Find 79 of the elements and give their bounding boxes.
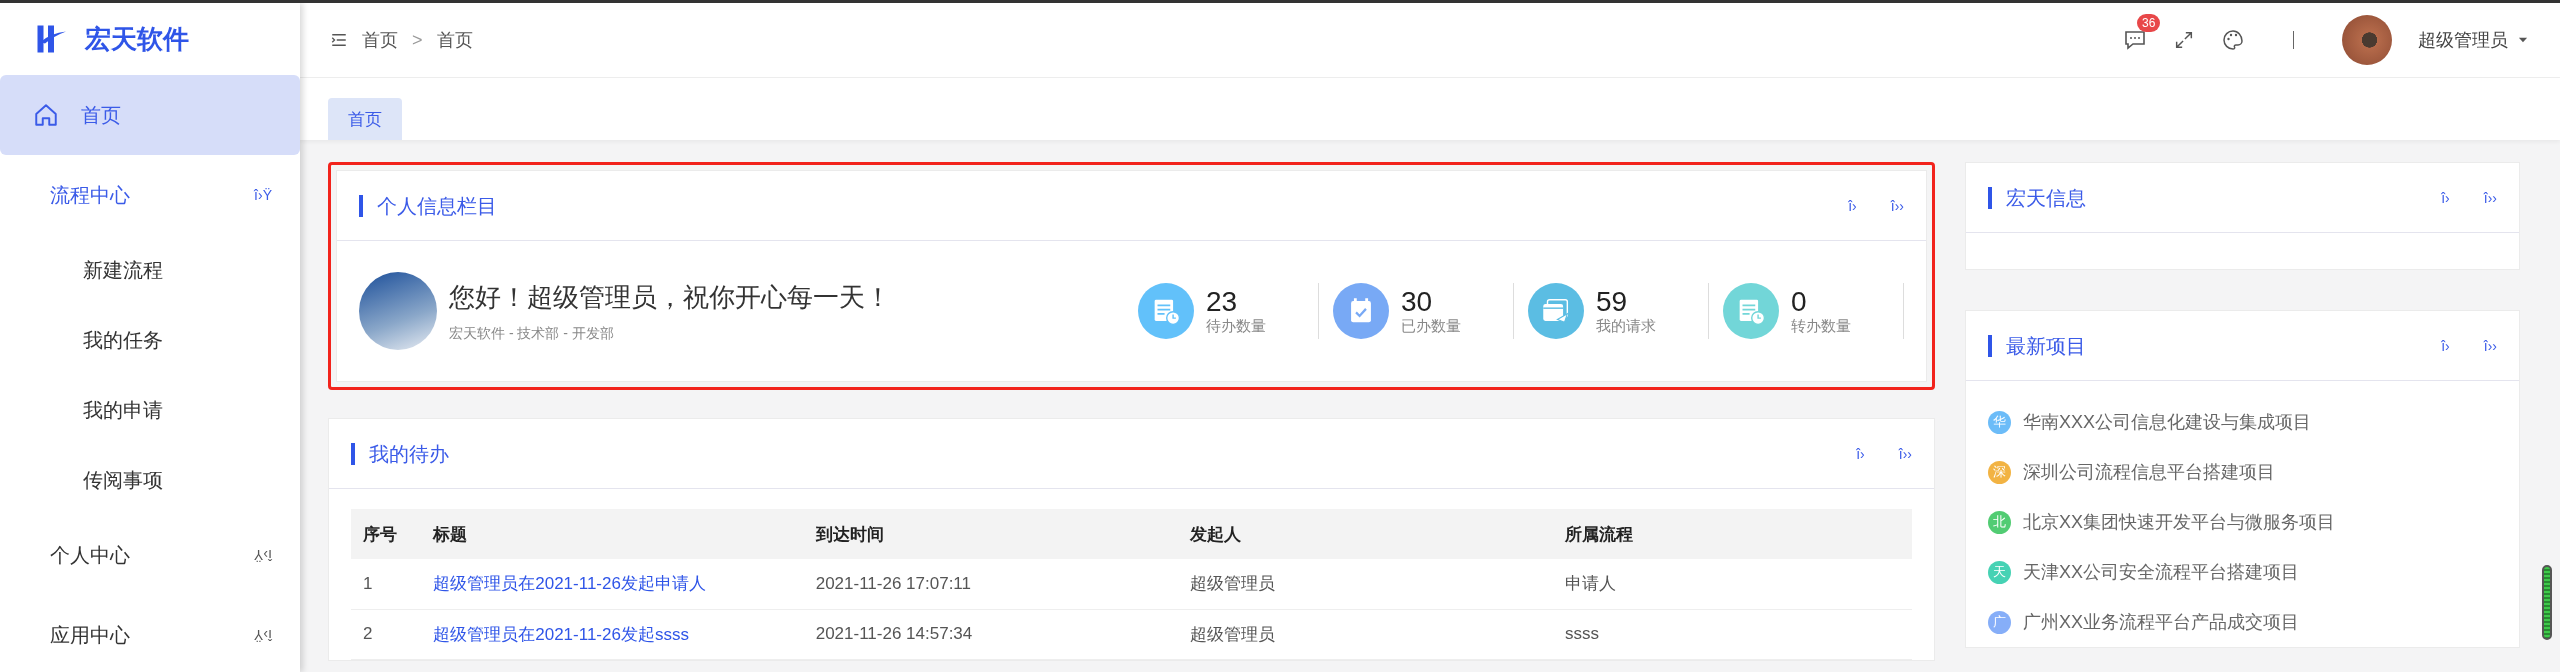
project-badge: 广 <box>1988 610 2011 634</box>
user-menu[interactable]: 超级管理员 <box>2418 28 2530 52</box>
avatar[interactable] <box>2342 15 2392 65</box>
project-badge: 华 <box>1988 410 2011 434</box>
logo-text: 宏天软件 <box>85 22 189 56</box>
sidebar-group[interactable]: 应用中心 î›Ÿ <box>0 595 300 672</box>
breadcrumb-separator: > <box>412 29 423 51</box>
stat-label: 我的请求 <box>1596 316 1656 336</box>
stat-icon-circle[interactable] <box>1138 283 1194 339</box>
project-link[interactable]: 深圳公司流程信息平台搭建项目 <box>2023 460 2275 484</box>
home-icon <box>33 102 59 128</box>
sidebar-group[interactable]: 个人中心 î›Ÿ <box>0 515 300 595</box>
card-action[interactable]: î› <box>1848 197 1857 214</box>
column-header: 标题 <box>421 509 804 559</box>
task-link[interactable]: 超级管理员在2021-11-26发起申请人 <box>421 559 804 609</box>
project-badge: 深 <box>1988 460 2011 484</box>
project-badge: 天 <box>1988 560 2011 584</box>
stat-label: 已办数量 <box>1401 316 1461 336</box>
breadcrumb-item[interactable]: 首页 <box>362 28 398 52</box>
stat-value: 23 <box>1206 286 1239 317</box>
stat-label: 待办数量 <box>1206 316 1266 336</box>
sidebar-item[interactable]: 传阅事项 <box>0 445 300 515</box>
scrollbar[interactable] <box>2542 565 2552 640</box>
column-header: 所属流程 <box>1552 509 1912 559</box>
card-title: 我的待办 <box>351 442 1857 465</box>
sidebar-item[interactable]: 首页 <box>0 75 300 155</box>
stat-label: 转办数量 <box>1791 316 1851 336</box>
table-cell: 超级管理员 <box>1178 559 1553 609</box>
org-path: 宏天软件 - 技术部 - 开发部 <box>449 324 615 343</box>
menu-icon <box>330 31 348 49</box>
project-badge: 北 <box>1988 510 2011 534</box>
card-title: 个人信息栏目 <box>359 194 1849 217</box>
stat-icon-circle[interactable] <box>1333 283 1389 339</box>
group-label: 应用中心 <box>50 622 130 648</box>
stat-value: 30 <box>1401 286 1434 317</box>
tab[interactable]: 首页 <box>328 98 402 140</box>
card-action[interactable]: î› <box>2441 189 2450 206</box>
table-cell: 1 <box>351 559 422 609</box>
breadcrumb-item[interactable]: 首页 <box>436 28 473 52</box>
group-label: 流程中心 <box>50 182 130 208</box>
card-action[interactable]: î› <box>2441 337 2450 354</box>
task-link[interactable]: 超级管理员在2021-11-26发起ssss <box>421 609 804 659</box>
toggle-icon[interactable]: î›Ÿ <box>254 187 272 203</box>
greeting-text: 您好！超级管理员，祝你开心每一天！ <box>449 280 892 314</box>
stat-icon-circle[interactable] <box>1528 283 1584 339</box>
card-title: 宏天信息 <box>1988 186 2442 209</box>
stat-value: 0 <box>1791 286 1808 317</box>
card-title: 最新项目 <box>1988 334 2442 357</box>
stat-value: 59 <box>1596 286 1629 317</box>
table-cell: 2021-11-26 14:57:34 <box>803 609 1179 659</box>
column-header: 到达时间 <box>803 509 1179 559</box>
project-link[interactable]: 天津XX公司安全流程平台搭建项目 <box>2023 560 2299 584</box>
table-cell: 2021-11-26 17:07:11 <box>803 559 1179 609</box>
column-header: 序号 <box>351 509 422 559</box>
toggle-icon[interactable]: î›Ÿ <box>254 547 272 563</box>
fullscreen-icon <box>2173 29 2195 51</box>
card-action[interactable]: î›› <box>1898 445 1912 462</box>
sidebar-item[interactable]: 我的任务 <box>0 305 300 375</box>
palette-icon <box>2221 28 2245 52</box>
sidebar-item[interactable]: 我的申请 <box>0 375 300 445</box>
notification-badge: 36 <box>2137 14 2161 32</box>
group-label: 个人中心 <box>50 542 130 568</box>
sidebar-group[interactable]: 流程中心 î›Ÿ <box>0 155 300 235</box>
card-action[interactable]: î›› <box>2483 337 2497 354</box>
project-link[interactable]: 华南XXX公司信息化建设与集成项目 <box>2023 410 2312 434</box>
sidebar-item[interactable]: 新建流程 <box>0 235 300 305</box>
table-cell: 2 <box>351 609 422 659</box>
table-cell: ssss <box>1552 609 1912 659</box>
message-icon <box>2123 28 2147 52</box>
card-action[interactable]: î› <box>1856 445 1865 462</box>
column-header: 发起人 <box>1178 509 1553 559</box>
table-cell: 申请人 <box>1552 559 1912 609</box>
project-link[interactable]: 北京XX集团快速开发平台与微服务项目 <box>2023 510 2335 534</box>
card-action[interactable]: î›› <box>2483 189 2497 206</box>
project-link[interactable]: 广州XX业务流程平台产品成交项目 <box>2023 610 2299 634</box>
table-cell: 超级管理员 <box>1178 609 1553 659</box>
toggle-icon[interactable]: î›Ÿ <box>254 627 272 643</box>
card-action[interactable]: î›› <box>1890 197 1904 214</box>
stat-icon-circle[interactable] <box>1723 283 1779 339</box>
